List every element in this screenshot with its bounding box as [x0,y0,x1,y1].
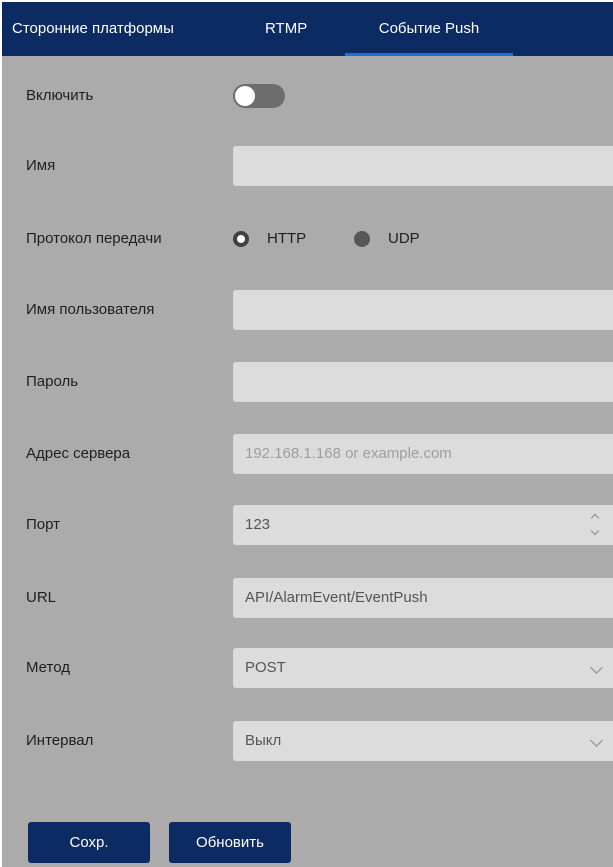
radio-http-dot[interactable] [233,231,249,247]
method-select[interactable]: POST [233,648,613,688]
interval-row: Интервал Выкл [2,721,613,761]
radio-udp[interactable]: UDP [354,219,434,259]
tab-rtmp[interactable]: RTMP [265,2,307,56]
port-value: 123 [245,516,271,533]
tab-event-push[interactable]: Событие Push [345,2,513,56]
chevron-down-icon [590,734,603,747]
chevron-down-icon[interactable] [590,526,600,536]
url-label: URL [26,589,57,606]
username-row: Имя пользователя [2,290,613,330]
chevron-down-icon [590,661,603,674]
name-input[interactable] [233,146,613,186]
method-row: Метод POST [2,648,613,688]
method-value: POST [245,659,286,676]
name-label: Имя [26,157,56,174]
protocol-label: Протокол передачи [26,230,162,247]
radio-http-label: HTTP [267,230,307,247]
enable-label: Включить [26,87,94,104]
password-label: Пароль [26,373,79,390]
password-row: Пароль [2,362,613,402]
username-label: Имя пользователя [26,301,155,318]
save-button[interactable]: Сохр. [28,822,150,863]
port-input[interactable]: 123 [233,505,613,545]
name-row: Имя [2,146,613,186]
server-address-input[interactable] [233,434,613,474]
method-label: Метод [26,659,70,676]
port-stepper[interactable] [583,505,613,545]
username-input[interactable] [233,290,613,330]
interval-label: Интервал [26,732,94,749]
tab-bar: Сторонние платформы RTMP Событие Push [2,0,613,56]
enable-row: Включить [2,76,613,116]
url-value: API/AlarmEvent/EventPush [245,589,428,606]
radio-udp-dot[interactable] [354,231,370,247]
url-row: URL API/AlarmEvent/EventPush [2,578,613,618]
password-input[interactable] [233,362,613,402]
protocol-row: Протокол передачи HTTP UDP [2,219,613,259]
server-label: Адрес сервера [26,445,131,462]
interval-select[interactable]: Выкл [233,721,613,761]
radio-udp-label: UDP [388,230,420,247]
push-settings-page: Сторонние платформы RTMP Событие Push Вк… [0,0,613,867]
url-input[interactable]: API/AlarmEvent/EventPush [233,578,613,618]
port-row: Порт 123 [2,505,613,545]
tab-third-party-platforms[interactable]: Сторонние платформы [12,2,174,56]
toggle-knob [235,86,255,106]
port-label: Порт [26,516,61,533]
refresh-button[interactable]: Обновить [169,822,291,863]
interval-value: Выкл [245,732,282,749]
radio-http[interactable]: HTTP [233,219,333,259]
chevron-up-icon[interactable] [590,513,600,523]
server-row: Адрес сервера [2,434,613,474]
enable-toggle[interactable] [233,84,285,108]
